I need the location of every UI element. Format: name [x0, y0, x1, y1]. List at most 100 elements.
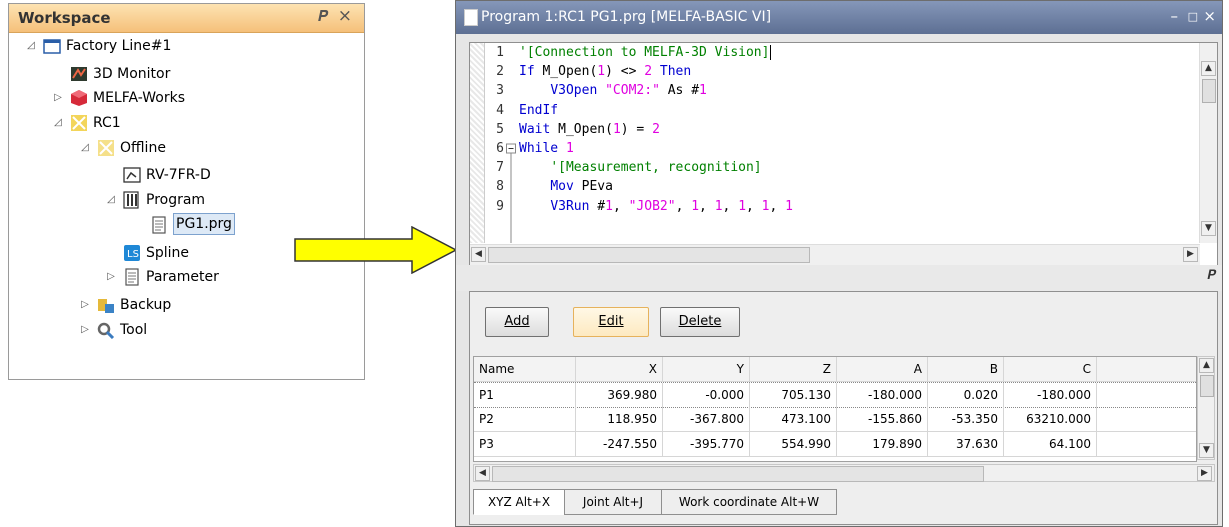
- edit-button[interactable]: Edit: [573, 307, 649, 337]
- svg-text:LS: LS: [127, 249, 139, 260]
- code-token: ,: [769, 198, 786, 214]
- column-header[interactable]: Z: [750, 357, 837, 381]
- scroll-left-icon[interactable]: ◀: [475, 466, 490, 481]
- code-line[interactable]: V3Run #1, "JOB2", 1, 1, 1, 1, 1: [519, 197, 1199, 216]
- table-cell: 473.100: [750, 407, 837, 431]
- tree-expander-icon[interactable]: ◿: [104, 189, 118, 211]
- code-token: 1: [761, 198, 770, 214]
- code-token: "JOB2": [628, 198, 676, 214]
- table-cell: -247.550: [576, 432, 663, 456]
- program-file-icon: [152, 216, 166, 234]
- code-line[interactable]: Wait M_Open(1) = 2: [519, 120, 1199, 139]
- code-line[interactable]: '[Connection to MELFA-3D Vision]: [519, 43, 1199, 62]
- position-table[interactable]: Name X Y Z A B C P1 369.980 -0.000 705.130 -180.000…: [473, 356, 1197, 462]
- position-variables-panel: Add Edit Delete Name X Y Z A B C P1 369.980 -0.00…: [469, 291, 1218, 525]
- code-line[interactable]: '[Measurement, recognition]: [519, 158, 1199, 177]
- tree-expander-icon[interactable]: ◿: [51, 112, 65, 134]
- table-cell: 369.980: [576, 383, 663, 407]
- add-button[interactable]: Add: [485, 307, 549, 337]
- scroll-up-icon[interactable]: ▲: [1201, 61, 1216, 76]
- code-token: Then: [652, 64, 692, 80]
- table-cell: 63210.000: [1004, 407, 1097, 431]
- delete-button[interactable]: Delete: [660, 307, 740, 337]
- column-header[interactable]: X: [576, 357, 663, 381]
- table-vertical-scrollbar[interactable]: ▲ ▼: [1197, 356, 1215, 460]
- code-editor[interactable]: 1 2 3 4 5 6 7 8 9 '[Connection to MELFA-3D Visio…: [469, 42, 1218, 266]
- document-icon: [464, 9, 478, 26]
- scroll-thumb[interactable]: [492, 466, 984, 482]
- code-line[interactable]: If M_Open(1) <> 2 Then: [519, 62, 1199, 81]
- program-folder-icon: [123, 191, 139, 209]
- code-token: If: [519, 64, 543, 80]
- scroll-thumb[interactable]: [1200, 375, 1214, 397]
- column-header[interactable]: Y: [663, 357, 750, 381]
- code-line[interactable]: Mov PEva: [519, 177, 1199, 196]
- tree-node-label: Factory Line#1: [66, 38, 172, 54]
- pin-icon[interactable]: 𝑷: [1207, 268, 1216, 283]
- editor-vertical-scrollbar[interactable]: ▲ ▼: [1199, 43, 1217, 243]
- editor-horizontal-scrollbar[interactable]: ◀ ▶: [470, 244, 1200, 265]
- scroll-down-icon[interactable]: ▼: [1201, 221, 1216, 236]
- column-header[interactable]: C: [1004, 357, 1097, 381]
- code-token: ,: [612, 198, 629, 214]
- code-token: 1: [785, 198, 793, 214]
- code-area[interactable]: '[Connection to MELFA-3D Vision] If M_Ope…: [519, 43, 1199, 243]
- pin-icon[interactable]: 𝑷: [318, 7, 328, 25]
- table-row[interactable]: P3 -247.550 -395.770 554.990 179.890 37.630 64…: [474, 432, 1196, 457]
- tab-label: Joint Alt+J: [582, 495, 644, 509]
- code-token: 1: [714, 198, 723, 214]
- close-icon[interactable]: ×: [338, 6, 352, 26]
- close-icon[interactable]: ×: [1203, 7, 1216, 25]
- tree-expander-icon[interactable]: ▷: [104, 266, 118, 288]
- line-number: 5: [496, 121, 504, 137]
- parameter-icon: [125, 268, 139, 286]
- code-token: 1: [612, 121, 621, 137]
- code-line[interactable]: While 1: [519, 139, 1199, 158]
- code-line[interactable]: EndIf: [519, 101, 1199, 120]
- tab-joint[interactable]: Joint Alt+J: [564, 489, 662, 515]
- scroll-down-icon[interactable]: ▼: [1199, 443, 1214, 458]
- table-cell: 64.100: [1004, 432, 1097, 456]
- tree-node-label: RV-7FR-D: [146, 167, 211, 183]
- tree-expander-icon[interactable]: ▷: [78, 294, 92, 316]
- tree-node-label: 3D Monitor: [93, 66, 171, 82]
- line-number: 8: [496, 179, 504, 195]
- column-header[interactable]: Name: [474, 357, 576, 381]
- tree-expander-icon[interactable]: ▷: [78, 319, 92, 341]
- column-header[interactable]: A: [837, 357, 928, 381]
- minimize-icon[interactable]: –: [1171, 7, 1179, 25]
- scroll-left-icon[interactable]: ◀: [471, 247, 486, 262]
- tab-work-coordinate[interactable]: Work coordinate Alt+W: [661, 489, 837, 515]
- column-header[interactable]: B: [928, 357, 1004, 381]
- table-cell: -367.800: [663, 407, 750, 431]
- tree-expander-icon[interactable]: ◿: [78, 137, 92, 159]
- tree-node-label: Backup: [120, 297, 172, 313]
- maximize-icon[interactable]: □: [1188, 10, 1198, 23]
- code-token: 1: [565, 140, 574, 156]
- table-row[interactable]: P1 369.980 -0.000 705.130 -180.000 0.020 -180.…: [474, 382, 1196, 408]
- tree-node-label: RC1: [93, 115, 121, 131]
- code-token: Mov: [550, 179, 582, 195]
- scroll-thumb[interactable]: [1202, 79, 1216, 103]
- table-horizontal-scrollbar[interactable]: ◀ ▶: [473, 464, 1215, 482]
- scroll-right-icon[interactable]: ▶: [1197, 466, 1212, 481]
- code-token: 1: [605, 198, 613, 214]
- tree-expander-icon[interactable]: ▷: [51, 87, 65, 109]
- tree-expander-icon[interactable]: ◿: [24, 35, 38, 57]
- tree-node-label: Spline: [146, 245, 190, 261]
- line-number: 7: [496, 160, 504, 176]
- tree-node-label: Program: [146, 192, 206, 208]
- scroll-thumb[interactable]: [488, 247, 810, 263]
- scroll-right-icon[interactable]: ▶: [1183, 247, 1198, 262]
- code-token: #: [597, 198, 606, 214]
- code-line[interactable]: V3Open "COM2:" As #1: [519, 81, 1199, 100]
- tree-node-label: Offline: [120, 140, 166, 156]
- table-cell: 179.890: [837, 432, 928, 456]
- scroll-up-icon[interactable]: ▲: [1199, 358, 1214, 373]
- panel-splitter[interactable]: 𝑷: [456, 265, 1222, 291]
- edit-button-label: Edit: [598, 314, 624, 329]
- table-row[interactable]: P2 118.950 -367.800 473.100 -155.860 -53.350 6…: [474, 407, 1196, 432]
- tab-xyz[interactable]: XYZ Alt+X: [473, 489, 565, 515]
